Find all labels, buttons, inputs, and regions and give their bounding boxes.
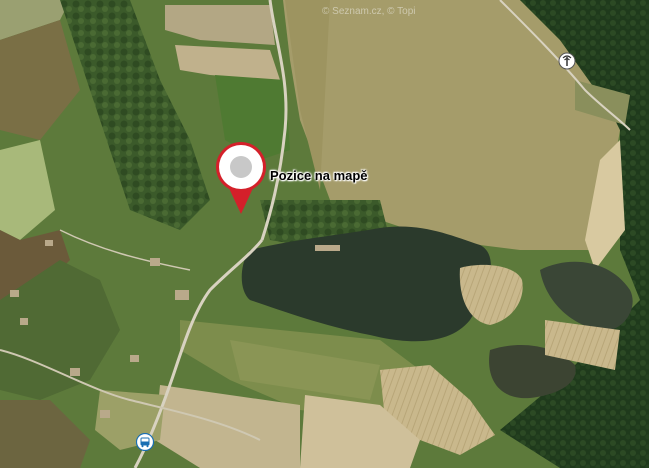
marker-label: Pozice na mapě — [270, 168, 368, 183]
location-pin-icon[interactable] — [214, 140, 268, 216]
aerial-map[interactable]: © Seznam.cz, © Topi Pozice na mapě — [0, 0, 649, 468]
map-attribution: © Seznam.cz, © Topi — [322, 6, 416, 17]
aerial-imagery — [0, 0, 649, 468]
antenna-icon[interactable] — [558, 52, 576, 70]
bus-stop-icon[interactable] — [135, 432, 155, 452]
